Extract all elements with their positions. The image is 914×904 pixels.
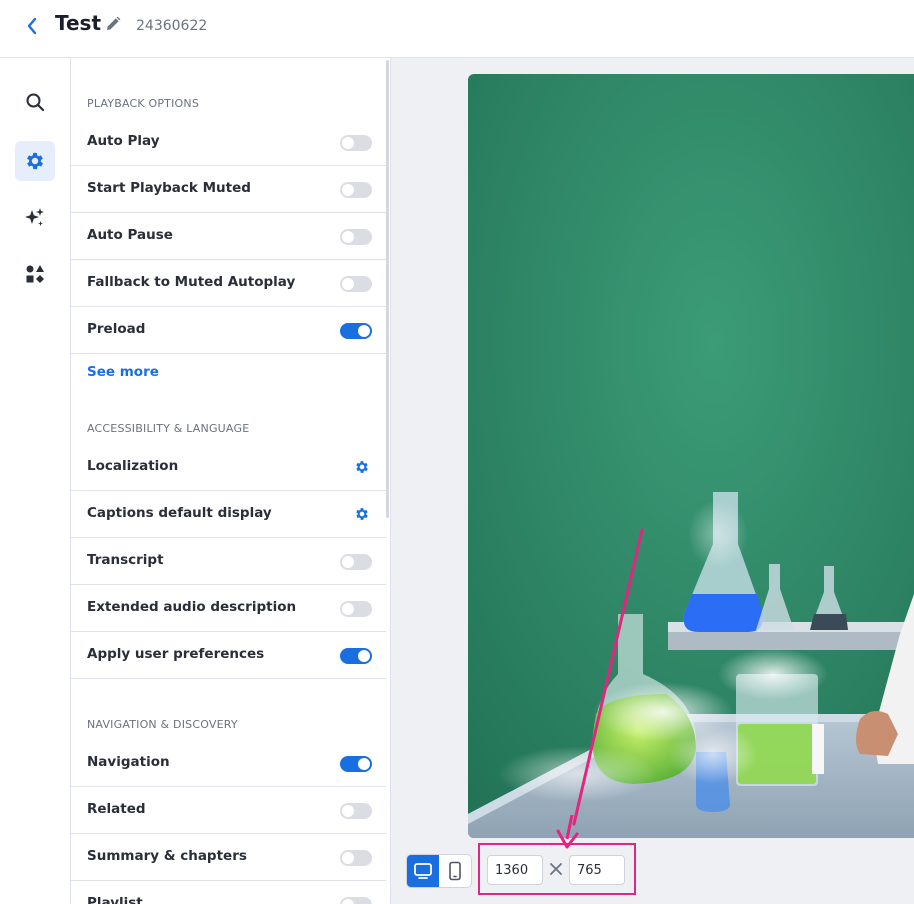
rail-apps-button[interactable]	[15, 254, 55, 294]
left-rail	[0, 58, 71, 904]
auto-pause-toggle[interactable]	[340, 229, 372, 245]
localization-settings-button[interactable]	[354, 459, 370, 475]
start-muted-toggle[interactable]	[340, 182, 372, 198]
preload-toggle[interactable]	[340, 323, 372, 339]
setting-label: Transcript	[87, 552, 164, 568]
setting-label: Start Playback Muted	[87, 180, 251, 196]
phone-icon	[449, 861, 461, 881]
settings-scrollbar[interactable]	[386, 60, 389, 518]
setting-label: Related	[87, 801, 146, 817]
gear-icon	[356, 461, 368, 473]
setting-row-playlist: Playlist	[71, 881, 386, 904]
setting-row-start-muted: Start Playback Muted	[71, 166, 386, 213]
section-title-accessibility: ACCESSIBILITY & LANGUAGE	[87, 422, 250, 435]
setting-row-preload: Preload	[71, 307, 386, 354]
section-title-navigation: NAVIGATION & DISCOVERY	[87, 718, 238, 731]
setting-row-auto-play: Auto Play	[71, 119, 386, 166]
setting-label: Navigation	[87, 754, 170, 770]
setting-row-fallback-muted: Fallback to Muted Autoplay	[71, 260, 386, 307]
edit-title-button[interactable]	[104, 15, 122, 33]
video-frame-image	[468, 74, 914, 838]
auto-play-toggle[interactable]	[340, 135, 372, 151]
setting-label: Playlist	[87, 895, 143, 904]
monitor-icon	[414, 863, 432, 879]
rail-settings-button[interactable]	[15, 141, 55, 181]
summary-chapters-toggle[interactable]	[340, 850, 372, 866]
captions-settings-button[interactable]	[354, 506, 370, 522]
setting-label: Auto Pause	[87, 227, 173, 243]
gear-icon	[356, 508, 368, 520]
width-input[interactable]	[487, 855, 543, 885]
mobile-view-button[interactable]	[439, 855, 471, 887]
setting-label: Auto Play	[87, 133, 160, 149]
setting-row-user-preferences: Apply user preferences	[71, 632, 386, 679]
desktop-view-button[interactable]	[407, 855, 439, 887]
setting-row-related: Related	[71, 787, 386, 834]
height-input[interactable]	[569, 855, 625, 885]
setting-label: Localization	[87, 458, 179, 474]
gear-icon	[27, 152, 43, 170]
setting-row-navigation: Navigation	[71, 740, 386, 787]
close-icon	[548, 859, 564, 879]
pencil-icon	[107, 16, 121, 30]
extended-audio-toggle[interactable]	[340, 601, 372, 617]
setting-label: Fallback to Muted Autoplay	[87, 274, 296, 290]
top-header: Test 24360622	[0, 0, 914, 58]
settings-panel: PLAYBACK OPTIONS Auto Play Start Playbac…	[71, 58, 391, 904]
search-icon	[26, 93, 45, 112]
navigation-toggle[interactable]	[340, 756, 372, 772]
video-preview[interactable]	[468, 74, 914, 838]
user-preferences-toggle[interactable]	[340, 648, 372, 664]
rail-ai-button[interactable]	[15, 198, 55, 238]
related-toggle[interactable]	[340, 803, 372, 819]
see-more-link[interactable]: See more	[87, 364, 159, 380]
playlist-toggle[interactable]	[340, 897, 372, 904]
setting-row-localization: Localization	[71, 444, 386, 491]
chevron-left-icon	[27, 17, 37, 35]
setting-row-captions-display: Captions default display	[71, 491, 386, 538]
back-button[interactable]	[22, 14, 42, 38]
page-title: Test	[55, 11, 102, 35]
video-id: 24360622	[136, 18, 208, 34]
setting-row-transcript: Transcript	[71, 538, 386, 585]
setting-label: Extended audio description	[87, 599, 297, 615]
setting-label: Apply user preferences	[87, 646, 265, 662]
section-title-playback: PLAYBACK OPTIONS	[87, 97, 199, 110]
transcript-toggle[interactable]	[340, 554, 372, 570]
device-selector	[406, 854, 472, 888]
setting-label: Captions default display	[87, 505, 272, 521]
setting-row-extended-audio: Extended audio description	[71, 585, 386, 632]
sparkles-icon	[25, 208, 44, 226]
setting-row-auto-pause: Auto Pause	[71, 213, 386, 260]
setting-row-summary-chapters: Summary & chapters	[71, 834, 386, 881]
setting-label: Summary & chapters	[87, 848, 247, 864]
rail-search-button[interactable]	[15, 82, 55, 122]
fallback-muted-toggle[interactable]	[340, 276, 372, 292]
setting-label: Preload	[87, 321, 146, 337]
shapes-icon	[26, 265, 44, 283]
